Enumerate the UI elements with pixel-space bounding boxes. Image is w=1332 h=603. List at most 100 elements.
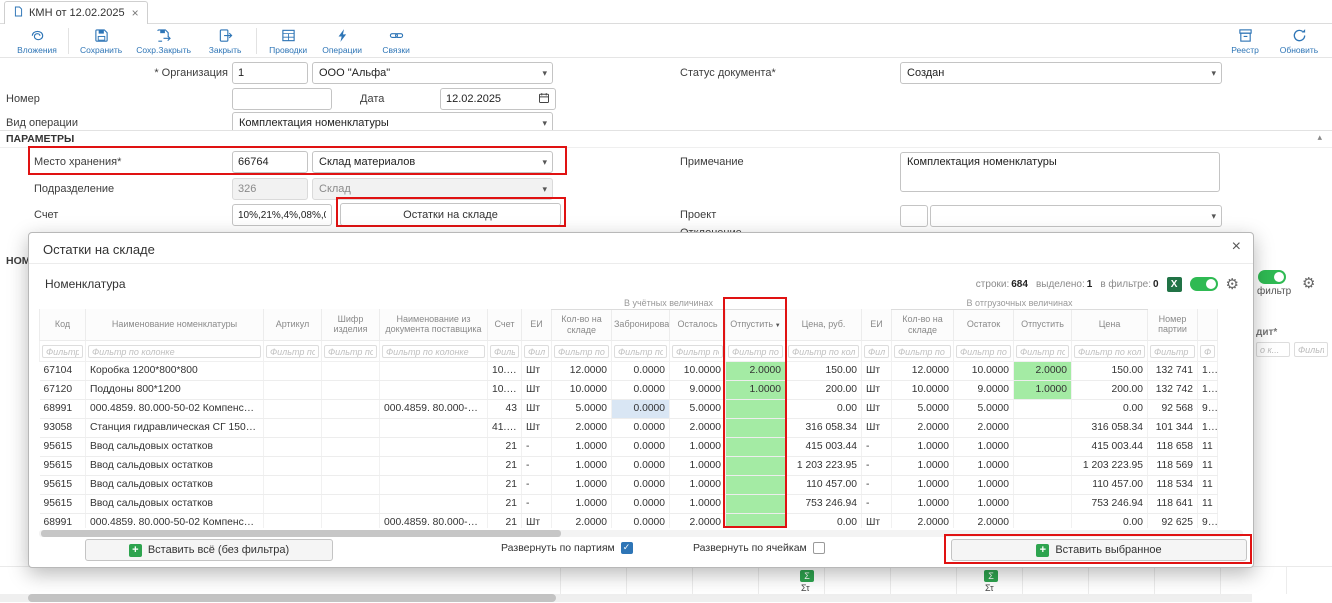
modal-close-icon[interactable] [1232,238,1241,256]
scrollbar-thumb[interactable] [28,594,556,602]
cell[interactable]: Ввод сальдовых остатков [86,456,264,475]
horizontal-scrollbar[interactable] [0,594,1252,602]
cell[interactable]: - [862,437,892,456]
cell[interactable]: 68991 [40,399,86,418]
cell[interactable]: 1.0000 [954,475,1014,494]
cell[interactable]: 0.0000 [612,437,670,456]
cell[interactable] [322,399,380,418]
cell[interactable] [264,437,322,456]
cell[interactable]: Шт [862,399,892,418]
cell[interactable]: 1.0000 [1014,380,1072,399]
storage-select[interactable]: Склад материалов [312,151,553,173]
cell[interactable]: 1.0000 [552,475,612,494]
cell[interactable]: 21 [488,494,522,513]
toolbar-button-save[interactable]: Сохранить [73,25,129,58]
cell[interactable]: 5.0000 [892,399,954,418]
cell[interactable] [322,513,380,528]
cell[interactable]: 95615 [40,456,86,475]
modal-filter-toggle[interactable] [1190,277,1218,291]
cell[interactable] [322,494,380,513]
cell[interactable]: 1.0000 [552,494,612,513]
cell[interactable]: Поддоны 800*1200 [86,380,264,399]
cell[interactable]: 93058 [40,418,86,437]
cell[interactable] [264,399,322,418]
cell[interactable]: 2.0000 [552,513,612,528]
cell[interactable] [1014,494,1072,513]
cell[interactable]: 13 [1198,380,1218,399]
column-header[interactable]: Номер партии [1148,309,1198,340]
project-code-input[interactable] [900,205,928,227]
cell[interactable] [322,380,380,399]
column-filter-input[interactable] [894,345,951,358]
toolbar-button-postings[interactable]: Проводки [261,25,315,58]
cell[interactable]: 92 568 [1148,399,1198,418]
cell[interactable]: 21 [488,513,522,528]
cell[interactable]: 95615 [40,475,86,494]
cell[interactable]: 10.0000 [670,361,726,380]
cell[interactable]: 2.0000 [1014,361,1072,380]
cell[interactable] [264,380,322,399]
cell[interactable] [1014,475,1072,494]
cell[interactable]: 101 344 [1148,418,1198,437]
cell[interactable]: Шт [522,513,552,528]
cell[interactable]: Шт [862,418,892,437]
toolbar-button-operations[interactable]: Операции [315,25,369,58]
cell[interactable]: 21 [488,437,522,456]
cell[interactable] [726,513,786,528]
cell[interactable]: 0.0000 [612,456,670,475]
cell[interactable]: 10.04 [488,361,522,380]
cell[interactable]: 5.0000 [954,399,1014,418]
cell[interactable] [726,456,786,475]
column-header[interactable]: ЕИ [522,309,552,340]
column-header[interactable]: Остаток [954,309,1014,340]
cell[interactable]: 000.4859. 80.000-50-02 Компенсатор [86,513,264,528]
cell[interactable]: 95615 [40,494,86,513]
toolbar-button-save-close[interactable]: Сохр.Закрыть [129,25,198,58]
cell[interactable] [322,456,380,475]
cell[interactable] [380,475,488,494]
column-header[interactable]: Отпустить ▼ [726,309,786,340]
project-select[interactable] [930,205,1222,227]
column-header[interactable]: ЕИ [862,309,892,340]
cell[interactable]: 11 [1198,437,1218,456]
cell[interactable] [264,494,322,513]
excel-export-icon[interactable] [1167,277,1182,292]
column-filter-input[interactable] [1016,345,1069,358]
column-filter-input[interactable] [728,345,783,358]
cell[interactable]: 12.0000 [892,361,954,380]
cell[interactable] [1014,437,1072,456]
number-input[interactable] [232,88,332,110]
cell[interactable]: 0.00 [786,399,862,418]
column-header[interactable]: Отпустить [1014,309,1072,340]
cell[interactable]: Ввод сальдовых остатков [86,437,264,456]
cell[interactable]: 67104 [40,361,86,380]
cell[interactable]: 11 [1198,475,1218,494]
column-header[interactable]: Артикул [264,309,322,340]
cell[interactable]: Шт [862,513,892,528]
cell[interactable]: 10.0000 [954,361,1014,380]
cell[interactable]: 316 058.34 [1072,418,1148,437]
column-filter-input[interactable] [1074,345,1145,358]
cell[interactable]: 95615 [40,437,86,456]
date-input[interactable]: 12.02.2025 [440,88,556,110]
modal-horizontal-scrollbar[interactable] [39,530,1243,537]
cell[interactable]: 132 741 [1148,361,1198,380]
cell[interactable]: 1.0000 [954,437,1014,456]
table-row[interactable]: 95615Ввод сальдовых остатков21-1.00000.0… [40,475,1218,494]
column-header[interactable]: Наименование из документа поставщика [380,309,488,340]
cell[interactable]: 9.0000 [954,380,1014,399]
cell[interactable]: Шт [862,361,892,380]
column-header[interactable]: Цена, руб. [786,309,862,340]
cell[interactable] [264,475,322,494]
cell[interactable] [726,475,786,494]
toolbar-button-links[interactable]: Связки [369,25,423,58]
cell[interactable]: 1.0000 [552,437,612,456]
cell[interactable]: 000.4859. 80.000-50-02 Компенсатор [86,399,264,418]
status-select[interactable]: Создан [900,62,1222,84]
cell[interactable]: - [862,475,892,494]
column-filter-input[interactable] [490,345,519,358]
cell[interactable]: 118 534 [1148,475,1198,494]
cell[interactable]: 1.0000 [954,494,1014,513]
cell[interactable]: 13 [1198,361,1218,380]
cell[interactable]: Шт [862,380,892,399]
